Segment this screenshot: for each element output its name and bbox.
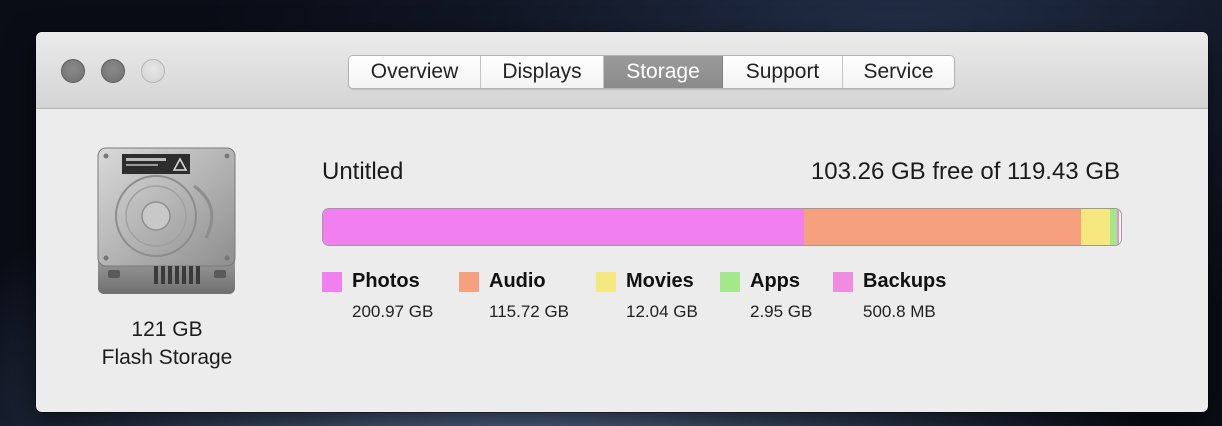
storage-usage-bar [322,208,1122,246]
legend-size: 115.72 GB [489,302,570,321]
legend-label: Audio [489,270,546,292]
legend-label: Movies [626,270,694,292]
close-window-button[interactable] [61,59,85,83]
usage-segment-audio [804,209,1082,245]
tab-bar: Overview Displays Storage Support Servic… [348,55,955,89]
legend-size: 500.8 MB [863,302,936,321]
drive-capacity: 121 GB [131,318,203,341]
legend-label: Photos [352,270,420,292]
legend-label: Apps [750,270,800,292]
legend-label: Backups [863,270,947,292]
usage-segment-movies [1081,209,1110,245]
tab-overview[interactable]: Overview [349,56,481,88]
legend-swatch [322,272,342,292]
tab-storage[interactable]: Storage [604,56,723,88]
usage-segment-backups [1116,209,1119,245]
about-this-mac-window: Overview Displays Storage Support Servic… [36,32,1208,412]
minimize-window-button[interactable] [101,59,125,83]
legend-swatch [459,272,479,292]
usage-segment-photos [323,209,805,245]
tab-displays[interactable]: Displays [481,56,604,88]
legend-swatch [833,272,853,292]
volume-name: Untitled [322,158,404,185]
tab-support[interactable]: Support [723,56,843,88]
legend-swatch [720,272,740,292]
drive-caption: 121 GB Flash Storage [66,316,268,372]
drive-type: Flash Storage [101,346,233,369]
legend-swatch [596,272,616,292]
usage-segment-apps [1109,209,1117,245]
legend-size: 200.97 GB [352,302,434,321]
zoom-window-button[interactable] [141,59,165,83]
legend-size: 12.04 GB [626,302,698,321]
hard-drive-icon [97,147,236,294]
legend-size: 2.95 GB [750,302,813,321]
window-toolbar: Overview Displays Storage Support Servic… [36,32,1208,109]
tab-service[interactable]: Service [843,56,954,88]
free-space-summary: 103.26 GB free of 119.43 GB [810,158,1120,185]
